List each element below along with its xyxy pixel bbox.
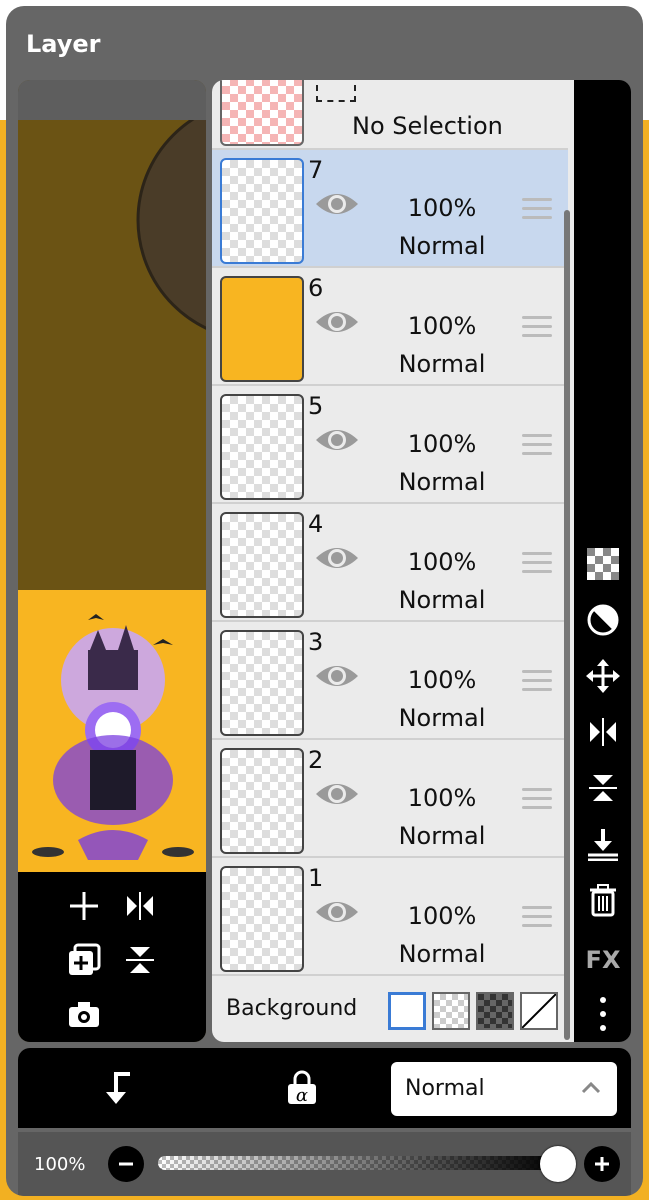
add-layer-icon[interactable]	[64, 886, 104, 926]
layer-bottom-bar: α Normal	[18, 1048, 631, 1128]
fx-icon[interactable]: FX	[583, 940, 623, 980]
layer-number: 2	[308, 746, 324, 774]
opacity-increase-button[interactable]	[584, 1146, 620, 1182]
layer-row[interactable]: 7 100% Normal	[212, 150, 568, 268]
layer-thumbnail	[220, 866, 304, 972]
flip-vertical-icon[interactable]	[120, 940, 160, 980]
drag-handle-icon[interactable]	[522, 788, 552, 812]
layer-blend-mode: Normal	[398, 704, 486, 732]
eye-icon[interactable]	[314, 424, 360, 456]
layer-thumbnail-preview	[18, 590, 206, 872]
clip-icon[interactable]	[96, 1066, 140, 1110]
layer-number: 3	[308, 628, 324, 656]
layer-opacity: 100%	[407, 902, 477, 930]
duplicate-layer-icon[interactable]	[64, 940, 104, 980]
right-toolbar: FX	[574, 80, 631, 1042]
background-row: Background	[212, 980, 568, 1042]
selection-thumbnail	[220, 80, 304, 146]
eye-icon[interactable]	[314, 896, 360, 928]
opacity-slider-track[interactable]	[158, 1156, 558, 1170]
flip-horizontal-icon[interactable]	[583, 712, 623, 752]
layer-row[interactable]: 2 100% Normal	[212, 740, 568, 858]
preview-header	[18, 80, 206, 120]
layer-row[interactable]: 3 100% Normal	[212, 622, 568, 740]
background-transparent-swatch[interactable]	[432, 992, 470, 1030]
svg-text:α: α	[296, 1085, 308, 1106]
camera-icon[interactable]	[64, 994, 104, 1034]
layer-list[interactable]: No Selection 7 100% Normal 6 100% Normal 5 100%…	[212, 80, 574, 1042]
layer-blend-mode: Normal	[398, 586, 486, 614]
layer-thumbnail	[220, 276, 304, 382]
panel-title: Layer	[26, 30, 101, 58]
drag-handle-icon[interactable]	[522, 434, 552, 458]
flip-horizontal-icon[interactable]	[120, 886, 160, 926]
layer-row[interactable]: 5 100% Normal	[212, 386, 568, 504]
layer-blend-mode: Normal	[398, 350, 486, 378]
eye-icon[interactable]	[314, 778, 360, 810]
eye-icon[interactable]	[314, 306, 360, 338]
more-icon[interactable]	[583, 994, 623, 1034]
selection-dashed-icon	[316, 80, 356, 102]
layer-thumbnail	[220, 158, 304, 264]
layer-row[interactable]: 1 100% Normal	[212, 858, 568, 976]
background-white-swatch[interactable]	[388, 992, 426, 1030]
checker-icon[interactable]	[583, 544, 623, 584]
merge-down-icon[interactable]	[583, 824, 623, 864]
layer-number: 1	[308, 864, 324, 892]
drag-handle-icon[interactable]	[522, 198, 552, 222]
drag-handle-icon[interactable]	[522, 552, 552, 576]
layer-number: 7	[308, 156, 324, 184]
eye-icon[interactable]	[314, 188, 360, 220]
layer-panel: Layer No Selection 7 100% Normal 6 100% …	[6, 6, 643, 1196]
layer-number: 5	[308, 392, 324, 420]
background-dark-checker-swatch[interactable]	[476, 992, 514, 1030]
layer-number: 4	[308, 510, 324, 538]
background-none-swatch[interactable]	[520, 992, 558, 1030]
layer-blend-mode: Normal	[398, 232, 486, 260]
eye-icon[interactable]	[314, 542, 360, 574]
flip-vertical-icon[interactable]	[583, 768, 623, 808]
layer-thumbnail	[220, 748, 304, 854]
no-selection-label: No Selection	[352, 112, 503, 140]
layer-list-scrollbar[interactable]	[564, 210, 570, 1040]
trash-icon[interactable]	[583, 880, 623, 920]
layer-blend-mode: Normal	[398, 468, 486, 496]
opacity-decrease-button[interactable]	[108, 1146, 144, 1182]
drag-handle-icon[interactable]	[522, 906, 552, 930]
layer-row[interactable]: 6 100% Normal	[212, 268, 568, 386]
blend-mode-value: Normal	[405, 1076, 485, 1101]
eye-icon[interactable]	[314, 660, 360, 692]
layer-thumbnail	[220, 394, 304, 500]
preview-toolbar	[18, 872, 206, 1042]
move-icon[interactable]	[583, 656, 623, 696]
background-label: Background	[226, 996, 358, 1021]
blend-mode-dropdown[interactable]: Normal	[391, 1062, 617, 1116]
chevron-up-icon	[581, 1081, 601, 1094]
canvas-character-art	[136, 110, 206, 330]
opacity-slider-handle[interactable]	[540, 1146, 576, 1182]
half-circle-icon[interactable]	[583, 600, 623, 640]
layer-opacity: 100%	[407, 312, 477, 340]
alpha-lock-icon[interactable]: α	[280, 1066, 324, 1110]
layer-opacity: 100%	[407, 666, 477, 694]
drag-handle-icon[interactable]	[522, 670, 552, 694]
layer-blend-mode: Normal	[398, 940, 486, 968]
layer-row[interactable]: 4 100% Normal	[212, 504, 568, 622]
layer-opacity: 100%	[407, 784, 477, 812]
layer-opacity: 100%	[407, 430, 477, 458]
layer-thumbnail	[220, 630, 304, 736]
opacity-label: 100%	[34, 1154, 86, 1175]
layer-opacity: 100%	[407, 194, 477, 222]
canvas-dimmed-view	[18, 110, 206, 590]
drag-handle-icon[interactable]	[522, 316, 552, 340]
layer-number: 6	[308, 274, 324, 302]
opacity-bar: 100%	[18, 1132, 631, 1196]
canvas-preview	[18, 80, 206, 1042]
layer-opacity: 100%	[407, 548, 477, 576]
layer-thumbnail	[220, 512, 304, 618]
character-illustration	[32, 614, 194, 860]
no-selection-row[interactable]: No Selection	[212, 80, 568, 150]
layer-blend-mode: Normal	[398, 822, 486, 850]
